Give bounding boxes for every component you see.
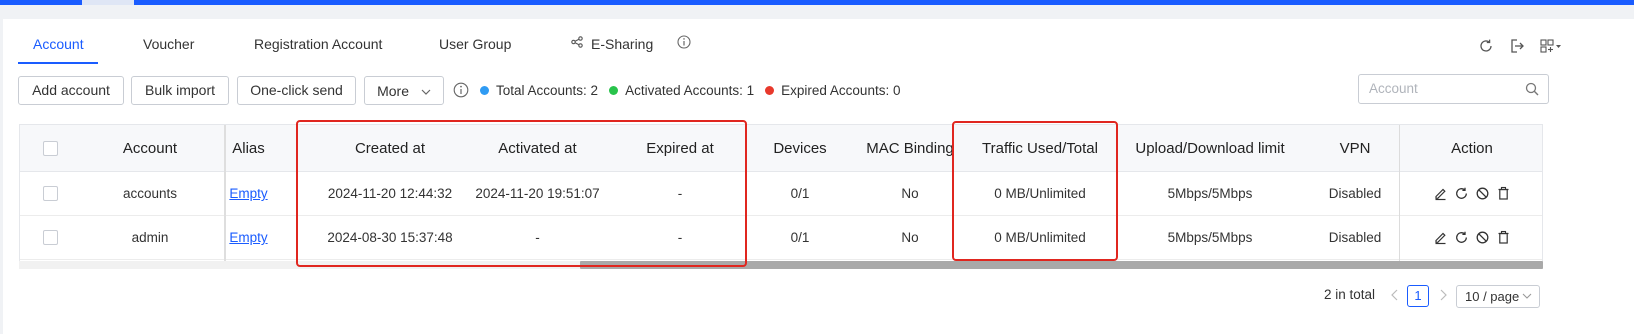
account-search [1358,74,1549,104]
row-select-cell [20,172,80,215]
share-icon [571,35,583,51]
more-label: More [377,83,409,99]
expired-dot [765,85,775,95]
account-table: Account Alias Created at Activated at Ex… [19,124,1543,269]
tab-bar: Account Voucher Registration Account Use… [3,19,1634,66]
tab-user-group[interactable]: User Group [439,36,511,52]
vpn-cell: Disabled [1328,230,1382,245]
action-cell [1400,172,1542,215]
total-accounts: Total Accounts: 2 [496,82,599,98]
alias-edit-link[interactable]: Empty [229,186,267,201]
horizontal-scrollbar[interactable] [19,261,1543,269]
refresh-icon[interactable] [1477,37,1495,55]
header-action: Action [1451,139,1493,157]
table-row: admin Empty 2024-08-30 15:37:48 - - 0/1 … [20,216,1542,260]
toolbar-icons [1468,37,1563,55]
table-row: accounts Empty 2024-11-20 12:44:32 2024-… [20,172,1542,216]
fixed-column-divider-left [224,125,226,268]
bulk-import-button[interactable]: Bulk import [131,76,229,105]
page-size-label: 10 / page [1465,289,1520,304]
disable-icon[interactable] [1475,186,1490,201]
delete-icon[interactable] [1496,230,1511,245]
account-stats: Total Accounts: 2 Activated Accounts: 1 … [453,82,900,98]
header-alias: Alias [232,139,265,157]
search-input[interactable] [1369,81,1519,96]
page-1-button[interactable]: 1 [1407,285,1429,307]
reset-icon[interactable] [1454,230,1469,245]
export-icon[interactable] [1508,37,1526,55]
alias-cell: Empty [226,216,271,259]
total-count: 2 in total [1324,287,1376,302]
tab-account[interactable]: Account [33,36,84,52]
next-page-icon[interactable] [1437,285,1449,308]
chevron-down-icon [1522,286,1532,313]
account-panel: Account Voucher Registration Account Use… [3,19,1634,334]
tab-voucher[interactable]: Voucher [143,36,194,52]
devices-cell: 0/1 [790,186,810,201]
expired-accounts: Expired Accounts: 0 [781,82,901,98]
header-upload-download: Upload/Download limit [1135,139,1285,157]
more-dropdown-button[interactable]: More [364,76,444,105]
edit-icon[interactable] [1433,186,1448,201]
chevron-down-icon [421,77,431,104]
action-cell [1400,216,1542,259]
total-dot [480,85,489,95]
highlight-dates-box [296,120,747,267]
page-size-select[interactable]: 10 / page [1456,285,1540,308]
reset-icon[interactable] [1454,186,1469,201]
tab-e-sharing[interactable]: E-Sharing [591,36,653,52]
column-settings-icon[interactable] [1539,37,1563,55]
table-header: Account Alias Created at Activated at Ex… [20,125,1542,172]
stats-info-icon[interactable] [453,82,469,98]
row-select-cell [20,216,80,259]
header-account[interactable]: Account [80,125,220,171]
edit-icon[interactable] [1433,230,1448,245]
delete-icon[interactable] [1496,186,1511,201]
select-all-checkbox[interactable] [42,140,58,156]
alias-cell: Empty [226,172,271,215]
account-cell: admin [131,230,169,245]
activated-dot [609,85,619,95]
one-click-send-button[interactable]: One-click send [237,76,356,105]
info-icon[interactable] [677,35,691,52]
add-account-button[interactable]: Add account [18,76,124,105]
fixed-column-divider-right [1399,125,1400,268]
devices-cell: 0/1 [790,230,810,245]
tab-registration-account[interactable]: Registration Account [254,36,382,52]
row-checkbox[interactable] [42,230,58,245]
vpn-cell: Disabled [1328,186,1382,201]
highlight-traffic-box [952,121,1118,261]
top-active-tab-indicator [82,0,134,5]
disable-icon[interactable] [1475,230,1490,245]
account-cell: accounts [122,186,178,201]
header-vpn: VPN [1339,139,1371,157]
upload-download-cell: 5Mbps/5Mbps [1167,230,1253,245]
row-checkbox[interactable] [42,186,58,201]
upload-download-cell: 5Mbps/5Mbps [1167,186,1253,201]
activated-accounts: Activated Accounts: 1 [625,82,755,98]
prev-page-icon[interactable] [1389,285,1401,308]
alias-edit-link[interactable]: Empty [229,230,267,245]
active-tab-underline [18,62,98,64]
top-accent-bar [0,0,1634,5]
header-devices: Devices [773,139,827,157]
select-all-cell [20,125,80,171]
search-icon[interactable] [1525,82,1539,99]
